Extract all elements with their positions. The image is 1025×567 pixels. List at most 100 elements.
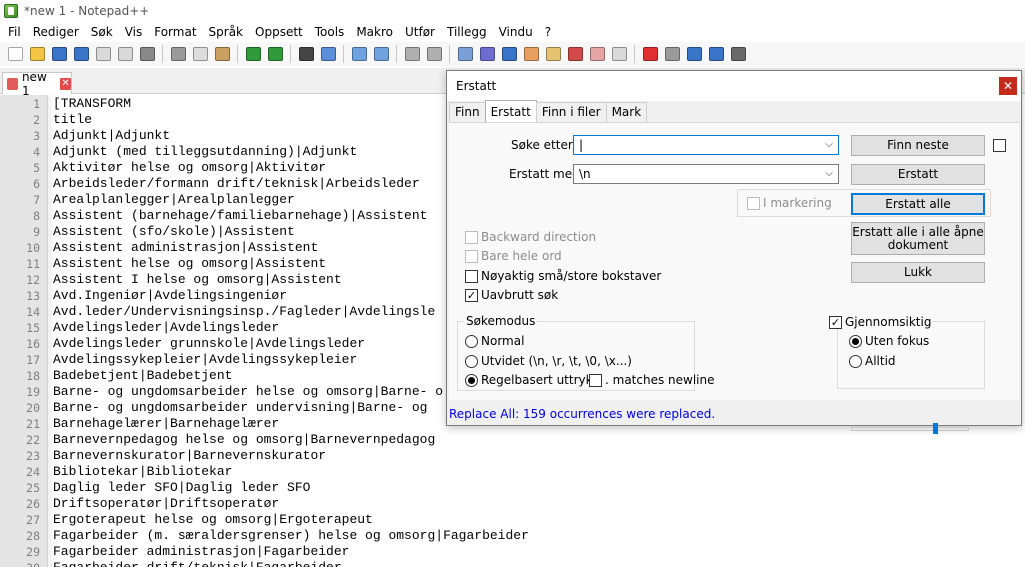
line-number: 20 bbox=[26, 401, 40, 415]
stop-record-button[interactable] bbox=[661, 44, 683, 64]
tab-replace[interactable]: Erstatt bbox=[484, 100, 537, 122]
line-number: 21 bbox=[26, 417, 40, 431]
replace-all-button[interactable]: Erstatt alle bbox=[851, 193, 985, 215]
line-number: 8 bbox=[33, 209, 40, 223]
menu-item-7[interactable]: Tools bbox=[309, 22, 351, 42]
function-list-button[interactable] bbox=[564, 44, 586, 64]
dot-matches-newline-checkbox[interactable]: . matches newline bbox=[589, 373, 715, 387]
chevron-down-icon[interactable]: ⌵ bbox=[822, 138, 836, 152]
search-mode-extended-radio[interactable]: Utvidet (\n, \r, \t, \0, \x...) bbox=[465, 354, 632, 368]
indent-guide-button[interactable] bbox=[498, 44, 520, 64]
find-button[interactable] bbox=[295, 44, 317, 64]
menu-item-1[interactable]: Rediger bbox=[27, 22, 85, 42]
transparency-label: Gjennomsiktig bbox=[845, 315, 932, 329]
zoom-in-icon bbox=[351, 47, 367, 61]
replace-button[interactable] bbox=[317, 44, 339, 64]
word-wrap-button[interactable] bbox=[454, 44, 476, 64]
toolbar-separator bbox=[343, 45, 344, 63]
match-case-checkbox[interactable]: Nøyaktig små/store bokstaver bbox=[465, 269, 661, 283]
line-text: Avd.leder/Undervisningsinsp./Fagleder|Av… bbox=[53, 304, 436, 319]
user-lang-button[interactable] bbox=[520, 44, 542, 64]
new-file-button[interactable] bbox=[4, 44, 26, 64]
save-all-button[interactable] bbox=[70, 44, 92, 64]
tab-mark[interactable]: Mark bbox=[605, 102, 648, 122]
line-number: 14 bbox=[26, 305, 40, 319]
find-next-option-checkbox[interactable] bbox=[993, 139, 1009, 152]
editor-line[interactable]: 23 Barnevernskurator|Barnevernskurator bbox=[0, 448, 1025, 464]
editor-line[interactable]: 25 Daglig leder SFO|Daglig leder SFO bbox=[0, 480, 1025, 496]
menu-item-5[interactable]: Språk bbox=[203, 22, 249, 42]
on-lose-focus-label: Uten fokus bbox=[865, 334, 930, 348]
menu-item-8[interactable]: Makro bbox=[350, 22, 399, 42]
replace-button[interactable]: Erstatt bbox=[851, 164, 985, 185]
menu-item-6[interactable]: Oppsett bbox=[249, 22, 309, 42]
editor-line[interactable]: 28 Fagarbeider (m. særaldersgrenser) hels… bbox=[0, 528, 1025, 544]
menu-item-3[interactable]: Vis bbox=[119, 22, 149, 42]
sync-horizontal-button[interactable] bbox=[423, 44, 445, 64]
run-macro-multiple-button[interactable] bbox=[705, 44, 727, 64]
close-button[interactable] bbox=[92, 44, 114, 64]
replace-input[interactable]: \n ⌵ bbox=[573, 164, 839, 184]
editor-line[interactable]: 27 Ergoterapeut helse og omsorg|Ergoterap… bbox=[0, 512, 1025, 528]
editor-line[interactable]: 29 Fagarbeider administrasjon|Fagarbeider bbox=[0, 544, 1025, 560]
menu-item-0[interactable]: Fil bbox=[2, 22, 27, 42]
search-mode-normal-radio[interactable]: Normal bbox=[465, 334, 524, 348]
editor-line[interactable]: 24 Bibliotekar|Bibliotekar bbox=[0, 464, 1025, 480]
close-button[interactable]: Lukk bbox=[851, 262, 985, 283]
line-number: 24 bbox=[26, 465, 40, 479]
zoom-out-button[interactable] bbox=[370, 44, 392, 64]
line-number: 16 bbox=[26, 337, 40, 351]
open-file-button[interactable] bbox=[26, 44, 48, 64]
find-input[interactable]: | ⌵ bbox=[573, 135, 839, 155]
folder-workspace-button[interactable] bbox=[586, 44, 608, 64]
dialog-close-button[interactable]: ✕ bbox=[999, 77, 1017, 95]
print-button[interactable] bbox=[136, 44, 158, 64]
menu-item-11[interactable]: Vindu bbox=[493, 22, 539, 42]
save-macro-button[interactable] bbox=[727, 44, 749, 64]
record-macro-button[interactable] bbox=[639, 44, 661, 64]
save-button[interactable] bbox=[48, 44, 70, 64]
print-icon bbox=[139, 47, 155, 61]
close-all-button[interactable] bbox=[114, 44, 136, 64]
copy-button[interactable] bbox=[189, 44, 211, 64]
doc-map-button[interactable] bbox=[542, 44, 564, 64]
search-mode-regex-radio[interactable]: Regelbasert uttrykk bbox=[465, 373, 600, 387]
transparency-always-radio[interactable]: Alltid bbox=[849, 354, 896, 368]
backward-direction-checkbox[interactable]: Backward direction bbox=[465, 230, 596, 244]
tab-new-1[interactable]: new 1 ✕ bbox=[2, 70, 72, 98]
transparency-slider-track[interactable] bbox=[851, 427, 969, 431]
tab-find[interactable]: Finn bbox=[449, 102, 486, 122]
monitor-button[interactable] bbox=[608, 44, 630, 64]
menu-item-12[interactable]: ? bbox=[539, 22, 557, 42]
editor-line[interactable]: 26 Driftsoperatør|Driftsoperatør bbox=[0, 496, 1025, 512]
editor-line[interactable]: 22 Barnevernpedagog helse og omsorg|Barne… bbox=[0, 432, 1025, 448]
chevron-down-icon[interactable]: ⌵ bbox=[822, 167, 836, 181]
in-selection-checkbox[interactable]: I markering bbox=[747, 196, 832, 210]
save-all-icon bbox=[73, 47, 89, 61]
replace-all-open-docs-button[interactable]: Erstatt alle i alle åpne dokument bbox=[851, 222, 985, 255]
find-next-button[interactable]: Finn neste bbox=[851, 135, 985, 156]
transparency-on-lose-focus-radio[interactable]: Uten fokus bbox=[849, 334, 929, 348]
menu-item-10[interactable]: Tillegg bbox=[441, 22, 493, 42]
redo-button[interactable] bbox=[264, 44, 286, 64]
tab-close-icon[interactable]: ✕ bbox=[60, 77, 71, 90]
transparency-checkbox[interactable]: ✓ Gjennomsiktig bbox=[829, 315, 934, 329]
indent-guide-icon bbox=[501, 47, 517, 61]
menu-item-9[interactable]: Utfør bbox=[399, 22, 441, 42]
status-message: Replace All: 159 occurrences were replac… bbox=[449, 407, 716, 421]
show-all-chars-button[interactable] bbox=[476, 44, 498, 64]
undo-button[interactable] bbox=[242, 44, 264, 64]
wrap-around-checkbox[interactable]: ✓ Uavbrutt søk bbox=[465, 288, 558, 302]
paste-button[interactable] bbox=[211, 44, 233, 64]
sync-vertical-button[interactable] bbox=[401, 44, 423, 64]
editor-line[interactable]: 30 Fagarbeider drift/teknisk|Fagarbeider bbox=[0, 560, 1025, 567]
transparency-slider-thumb[interactable] bbox=[933, 423, 938, 434]
cut-button[interactable] bbox=[167, 44, 189, 64]
whole-word-checkbox[interactable]: Bare hele ord bbox=[465, 249, 562, 263]
radio-dot-selected bbox=[849, 334, 862, 348]
tab-find-in-files[interactable]: Finn i filer bbox=[535, 102, 607, 122]
menu-item-4[interactable]: Format bbox=[148, 22, 202, 42]
play-macro-button[interactable] bbox=[683, 44, 705, 64]
zoom-in-button[interactable] bbox=[348, 44, 370, 64]
menu-item-2[interactable]: Søk bbox=[85, 22, 119, 42]
